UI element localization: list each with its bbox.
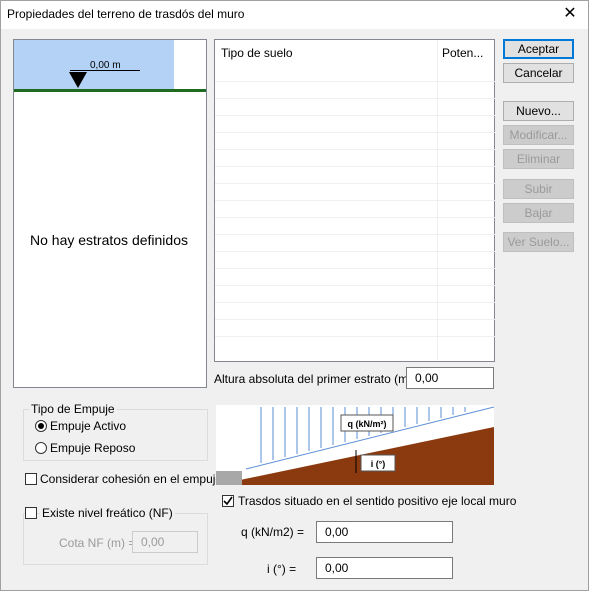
- load-diagram: q (kN/m²) i (°): [216, 405, 494, 485]
- dialog-window: Propiedades del terreno de trasdós del m…: [0, 0, 589, 591]
- accept-button[interactable]: Aceptar: [503, 39, 574, 59]
- new-button[interactable]: Nuevo...: [503, 101, 574, 121]
- water-level-label: 0,00 m: [90, 60, 121, 71]
- cota-nf-input[interactable]: 0,00: [132, 531, 198, 553]
- i-input[interactable]: 0,00: [316, 557, 453, 579]
- altitude-input[interactable]: 0,00: [406, 367, 494, 389]
- title-bar: Propiedades del terreno de trasdós del m…: [1, 1, 588, 29]
- view-soil-button[interactable]: Ver Suelo...: [503, 232, 574, 252]
- altitude-label: Altura absoluta del primer estrato (m):: [214, 372, 416, 386]
- backfill-direction-checkbox[interactable]: [222, 495, 234, 507]
- window-title: Propiedades del terreno de trasdós del m…: [7, 7, 245, 21]
- phreatic-label[interactable]: Existe nivel freático (NF): [40, 506, 175, 520]
- thrust-rest-label[interactable]: Empuje Reposo: [50, 441, 135, 455]
- checkmark-icon: [223, 496, 233, 506]
- column-header-power[interactable]: Poten...: [442, 46, 483, 60]
- move-up-button[interactable]: Subir: [503, 179, 574, 199]
- i-label: i (°): [371, 459, 386, 469]
- cohesion-label[interactable]: Considerar cohesión en el empuje: [40, 472, 222, 486]
- q-input-label: q (kN/m2) =: [241, 525, 305, 539]
- cancel-button[interactable]: Cancelar: [503, 63, 574, 83]
- delete-button[interactable]: Eliminar: [503, 149, 574, 169]
- backfill-direction-label[interactable]: Trasdos situado en el sentido positivo e…: [238, 494, 516, 508]
- empty-strata-message: No hay estratos definidos: [30, 232, 188, 248]
- strata-preview: 0,00 m No hay estratos definidos: [13, 39, 207, 388]
- thrust-active-radio[interactable]: [35, 420, 47, 432]
- q-label: q (kN/m²): [348, 419, 387, 429]
- column-header-soil-type[interactable]: Tipo de suelo: [221, 46, 293, 60]
- cota-nf-label: Cota NF (m) =: [59, 536, 136, 550]
- cohesion-checkbox[interactable]: [25, 473, 37, 485]
- i-input-label: i (°) =: [267, 562, 297, 576]
- modify-button[interactable]: Modificar...: [503, 125, 574, 145]
- thrust-type-label: Tipo de Empuje: [29, 402, 117, 416]
- thrust-rest-radio[interactable]: [35, 442, 47, 454]
- move-down-button[interactable]: Bajar: [503, 203, 574, 223]
- thrust-active-label[interactable]: Empuje Activo: [50, 419, 126, 433]
- water-level-marker-icon: [69, 72, 87, 88]
- q-input[interactable]: 0,00: [316, 521, 453, 543]
- wall-block: [216, 471, 242, 485]
- ground-line: [14, 89, 206, 92]
- soil-table[interactable]: Tipo de suelo Poten...: [214, 39, 495, 362]
- phreatic-checkbox[interactable]: [25, 507, 37, 519]
- close-icon[interactable]: ✕: [558, 3, 582, 25]
